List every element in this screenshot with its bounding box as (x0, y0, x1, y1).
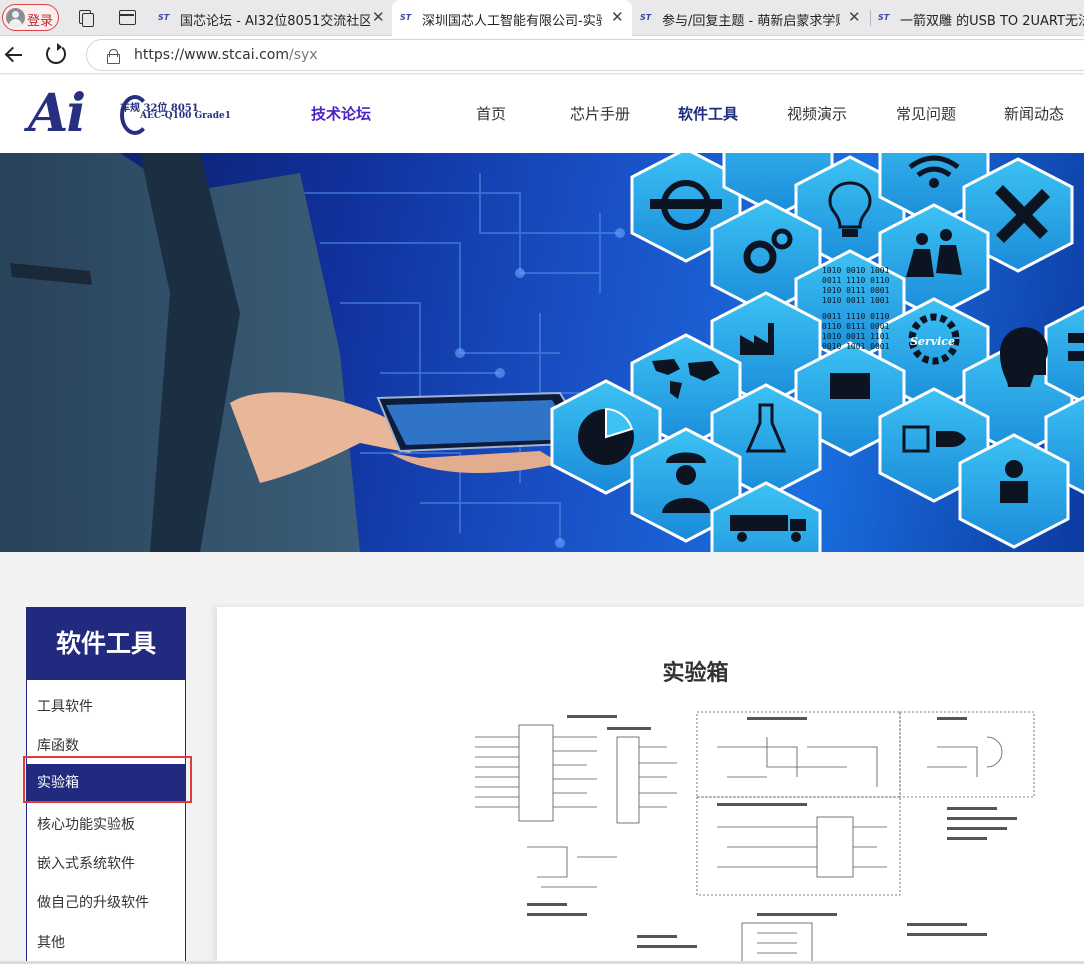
reload-icon[interactable] (46, 43, 66, 64)
nav-datasheets[interactable]: 芯片手册 (570, 103, 630, 124)
browser-tab-active[interactable]: ST 深圳国芯人工智能有限公司-实验箱 ✕ (392, 0, 632, 37)
side-menu-title: 软件工具 (26, 607, 186, 680)
back-arrow-icon[interactable] (4, 44, 26, 66)
nav-faq[interactable]: 常见问题 (896, 103, 956, 124)
page-title: 实验箱 (662, 661, 729, 686)
hero-banner: 1010 0010 1001 0011 1110 0110 1010 0111 … (0, 153, 1084, 552)
logo-tagline-2: AEC-Q100 Grade1 (140, 111, 232, 121)
site-logo[interactable]: Ai 车规 32位 8051 AEC-Q100 Grade1 (28, 83, 232, 145)
svg-text:1010 0011 1001: 1010 0011 1001 (822, 296, 890, 305)
browser-tab[interactable]: ST 参与/回复主题 - 萌新启蒙求学贴 ✕ (632, 0, 868, 36)
main-content: 实验箱 (217, 607, 1084, 964)
svg-text:0011 1110 0110: 0011 1110 0110 (822, 312, 890, 321)
tab-title: 参与/回复主题 - 萌新启蒙求学贴 (662, 14, 840, 29)
side-item-tool-software[interactable]: 工具软件 (37, 696, 93, 716)
service-label: Service (910, 335, 955, 348)
svg-text:0110 0111 0001: 0110 0111 0001 (822, 322, 890, 331)
svg-text:0010 1001 0001: 0010 1001 0001 (822, 342, 890, 351)
tab-actions-icon[interactable] (118, 8, 136, 26)
browser-tab[interactable]: ST 一箭双雕 的USB TO 2UART无法下 (870, 0, 1084, 36)
side-item-upgrade-software[interactable]: 做自己的升级软件 (37, 892, 149, 912)
side-item-other[interactable]: 其他 (37, 932, 65, 952)
tab-close-icon[interactable]: ✕ (848, 9, 861, 25)
side-item-embedded-software[interactable]: 嵌入式系统软件 (37, 853, 135, 873)
svg-text:0011 1110 0110: 0011 1110 0110 (822, 276, 890, 285)
svg-text:1010 0011 1101: 1010 0011 1101 (822, 332, 890, 341)
nav-home[interactable]: 首页 (476, 103, 506, 124)
tab-title: 深圳国芯人工智能有限公司-实验箱 (422, 14, 602, 29)
address-bar[interactable]: https://www.stcai.com/syx (86, 39, 1084, 71)
svg-text:1010 0111 0001: 1010 0111 0001 (822, 286, 890, 295)
browser-tab[interactable]: ST 国芯论坛 - AI32位8051交流社区 ✕ (150, 0, 390, 36)
side-item-library[interactable]: 库函数 (37, 735, 79, 755)
site-favicon-icon: ST (158, 13, 170, 22)
nav-videos[interactable]: 视频演示 (787, 103, 847, 124)
tab-title: 国芯论坛 - AI32位8051交流社区 (180, 14, 370, 29)
browser-tab-strip: 登录 ST 国芯论坛 - AI32位8051交流社区 ✕ ST 深圳国芯人工智能… (0, 0, 1084, 37)
collections-icon[interactable] (76, 8, 94, 27)
login-label: 登录 (27, 14, 54, 29)
tab-title: 一箭双雕 的USB TO 2UART无法下 (900, 14, 1084, 29)
tab-close-icon[interactable]: ✕ (611, 9, 624, 25)
lock-icon[interactable] (107, 49, 120, 64)
user-avatar-icon (6, 8, 25, 27)
logo-text: Ai (28, 83, 86, 144)
site-favicon-icon: ST (400, 13, 412, 22)
side-item-core-board[interactable]: 核心功能实验板 (37, 814, 135, 834)
nav-news[interactable]: 新闻动态 (1004, 103, 1064, 124)
site-favicon-icon: ST (878, 13, 890, 22)
url-text: https://www.stcai.com/syx (134, 47, 318, 63)
svg-text:1010 0010 1001: 1010 0010 1001 (822, 266, 890, 275)
browser-toolbar: https://www.stcai.com/syx (0, 36, 1084, 74)
site-favicon-icon: ST (640, 13, 652, 22)
schematic-image[interactable] (467, 707, 1037, 964)
nav-forum[interactable]: 技术论坛 (311, 103, 371, 124)
banner-art: 1010 0010 1001 0011 1110 0110 1010 0111 … (0, 153, 1084, 552)
tab-close-icon[interactable]: ✕ (372, 9, 385, 25)
red-highlight-box (23, 756, 192, 803)
login-button[interactable]: 登录 (2, 4, 59, 31)
site-header: Ai 车规 32位 8051 AEC-Q100 Grade1 技术论坛 首页 芯… (0, 75, 1084, 153)
nav-software-tools[interactable]: 软件工具 (678, 103, 738, 124)
